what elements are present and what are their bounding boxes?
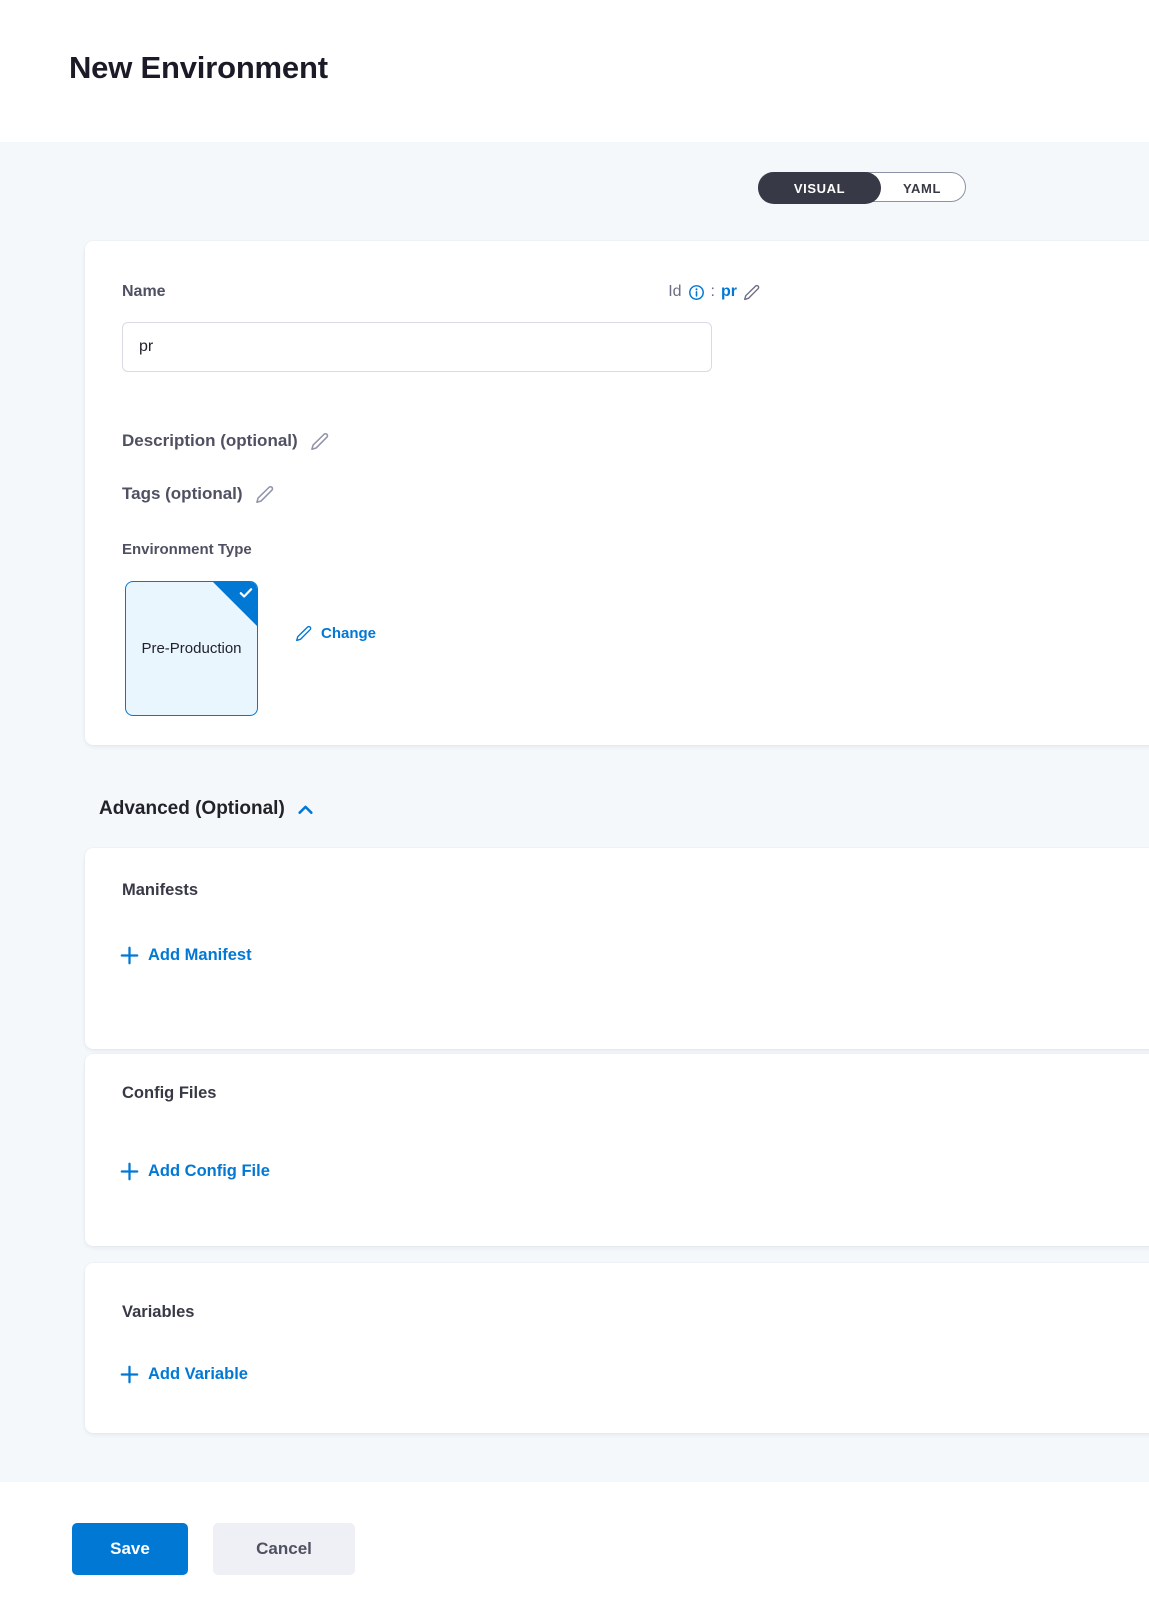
description-row: Description (optional) — [122, 431, 329, 451]
environment-details-card: Name Id : pr Description (optional) Tags — [85, 241, 1149, 745]
add-config-file-label: Add Config File — [148, 1162, 270, 1181]
plus-icon — [120, 1365, 139, 1384]
edit-id-icon[interactable] — [743, 284, 760, 301]
cancel-button[interactable]: Cancel — [213, 1523, 355, 1575]
toggle-visual[interactable]: VISUAL — [758, 172, 881, 204]
edit-description-icon[interactable] — [310, 432, 329, 451]
add-manifest-label: Add Manifest — [148, 946, 252, 965]
plus-icon — [120, 1162, 139, 1181]
config-files-card: Config Files Add Config File — [85, 1054, 1149, 1246]
advanced-optional-toggle[interactable]: Advanced (Optional) — [99, 798, 314, 820]
env-type-pre-production-tile[interactable]: Pre-Production — [125, 581, 258, 716]
visual-yaml-toggle[interactable]: VISUAL YAML — [758, 172, 966, 202]
name-label: Name — [122, 283, 166, 301]
config-files-title: Config Files — [122, 1084, 216, 1103]
plus-icon — [120, 946, 139, 965]
save-button[interactable]: Save — [72, 1523, 188, 1575]
id-colon: : — [711, 283, 715, 301]
edit-tags-icon[interactable] — [255, 485, 274, 504]
environment-type-label: Environment Type — [122, 541, 252, 558]
add-config-file-button[interactable]: Add Config File — [120, 1162, 270, 1181]
tags-row: Tags (optional) — [122, 484, 274, 504]
edit-pencil-icon — [295, 625, 312, 642]
add-manifest-button[interactable]: Add Manifest — [120, 946, 252, 965]
manifests-title: Manifests — [122, 881, 198, 900]
id-value: pr — [721, 283, 737, 301]
check-icon — [239, 587, 253, 599]
name-input[interactable] — [122, 322, 712, 372]
toggle-yaml-label: YAML — [903, 181, 941, 196]
add-variable-button[interactable]: Add Variable — [120, 1365, 248, 1384]
tags-label: Tags (optional) — [122, 484, 243, 504]
change-label: Change — [321, 625, 376, 642]
add-variable-label: Add Variable — [148, 1365, 248, 1384]
env-type-tile-label: Pre-Production — [141, 638, 241, 660]
advanced-heading-label: Advanced (Optional) — [99, 798, 285, 820]
toggle-visual-label: VISUAL — [794, 181, 845, 196]
variables-card: Variables Add Variable — [85, 1263, 1149, 1433]
toggle-yaml[interactable]: YAML — [879, 173, 965, 203]
id-label: Id — [668, 283, 681, 301]
variables-title: Variables — [122, 1303, 194, 1322]
change-env-type-link[interactable]: Change — [295, 625, 376, 642]
id-row: Id : pr — [605, 283, 760, 301]
description-label: Description (optional) — [122, 431, 298, 451]
manifests-card: Manifests Add Manifest — [85, 848, 1149, 1049]
chevron-up-icon — [297, 803, 314, 816]
info-icon[interactable] — [688, 284, 705, 301]
page-title: New Environment — [69, 50, 328, 86]
